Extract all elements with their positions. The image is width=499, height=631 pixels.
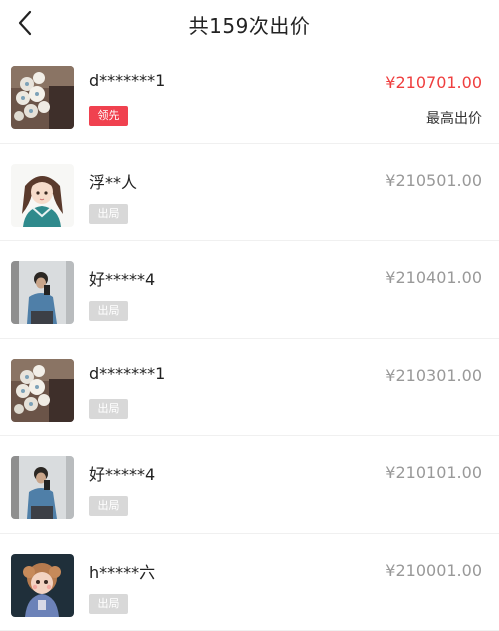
bid-row[interactable]: d*******1 出局 ¥210301.00 <box>0 339 499 437</box>
bid-price: ¥210701.00 <box>385 73 482 92</box>
bid-price: ¥210301.00 <box>385 366 482 385</box>
bid-row[interactable]: 好*****4 出局 ¥210101.00 <box>0 436 499 534</box>
avatar <box>11 164 74 227</box>
bid-price: ¥210001.00 <box>385 561 482 580</box>
avatar <box>11 359 74 422</box>
highest-bid-label: 最高出价 <box>426 108 482 128</box>
mirror-selfie-avatar-icon <box>11 261 74 324</box>
anime-girl-avatar-icon <box>11 164 74 227</box>
bidder-name: 好*****4 <box>89 461 155 485</box>
bid-row[interactable]: h*****六 出局 ¥210001.00 <box>0 534 499 631</box>
bidder-name: 浮**人 <box>89 169 137 193</box>
status-badge-out: 出局 <box>89 399 128 419</box>
flowers-avatar-icon <box>11 66 74 129</box>
status-badge-out: 出局 <box>89 301 128 321</box>
status-badge-out: 出局 <box>89 204 128 224</box>
bidder-name: d*******1 <box>89 71 165 90</box>
bid-price: ¥210101.00 <box>385 463 482 482</box>
status-badge-out: 出局 <box>89 496 128 516</box>
bid-price: ¥210401.00 <box>385 268 482 287</box>
mirror-selfie-avatar-icon <box>11 456 74 519</box>
avatar <box>11 554 74 617</box>
bid-list: d*******1 领先 ¥210701.00 最高出价 浮**人 出局 ¥21… <box>0 46 499 631</box>
bidder-name: 好*****4 <box>89 266 155 290</box>
status-badge-leading: 领先 <box>89 106 128 126</box>
status-badge-out: 出局 <box>89 594 128 614</box>
top-bar: 共159次出价 <box>0 0 499 46</box>
bid-row[interactable]: 好*****4 出局 ¥210401.00 <box>0 241 499 339</box>
flowers-avatar-icon <box>11 359 74 422</box>
doll-avatar-icon <box>11 554 74 617</box>
avatar <box>11 456 74 519</box>
bid-price: ¥210501.00 <box>385 171 482 190</box>
bidder-name: d*******1 <box>89 364 165 383</box>
bid-row[interactable]: 浮**人 出局 ¥210501.00 <box>0 144 499 242</box>
bid-row[interactable]: d*******1 领先 ¥210701.00 最高出价 <box>0 46 499 144</box>
page-title: 共159次出价 <box>0 10 499 39</box>
avatar <box>11 66 74 129</box>
bidder-name: h*****六 <box>89 559 155 583</box>
avatar <box>11 261 74 324</box>
